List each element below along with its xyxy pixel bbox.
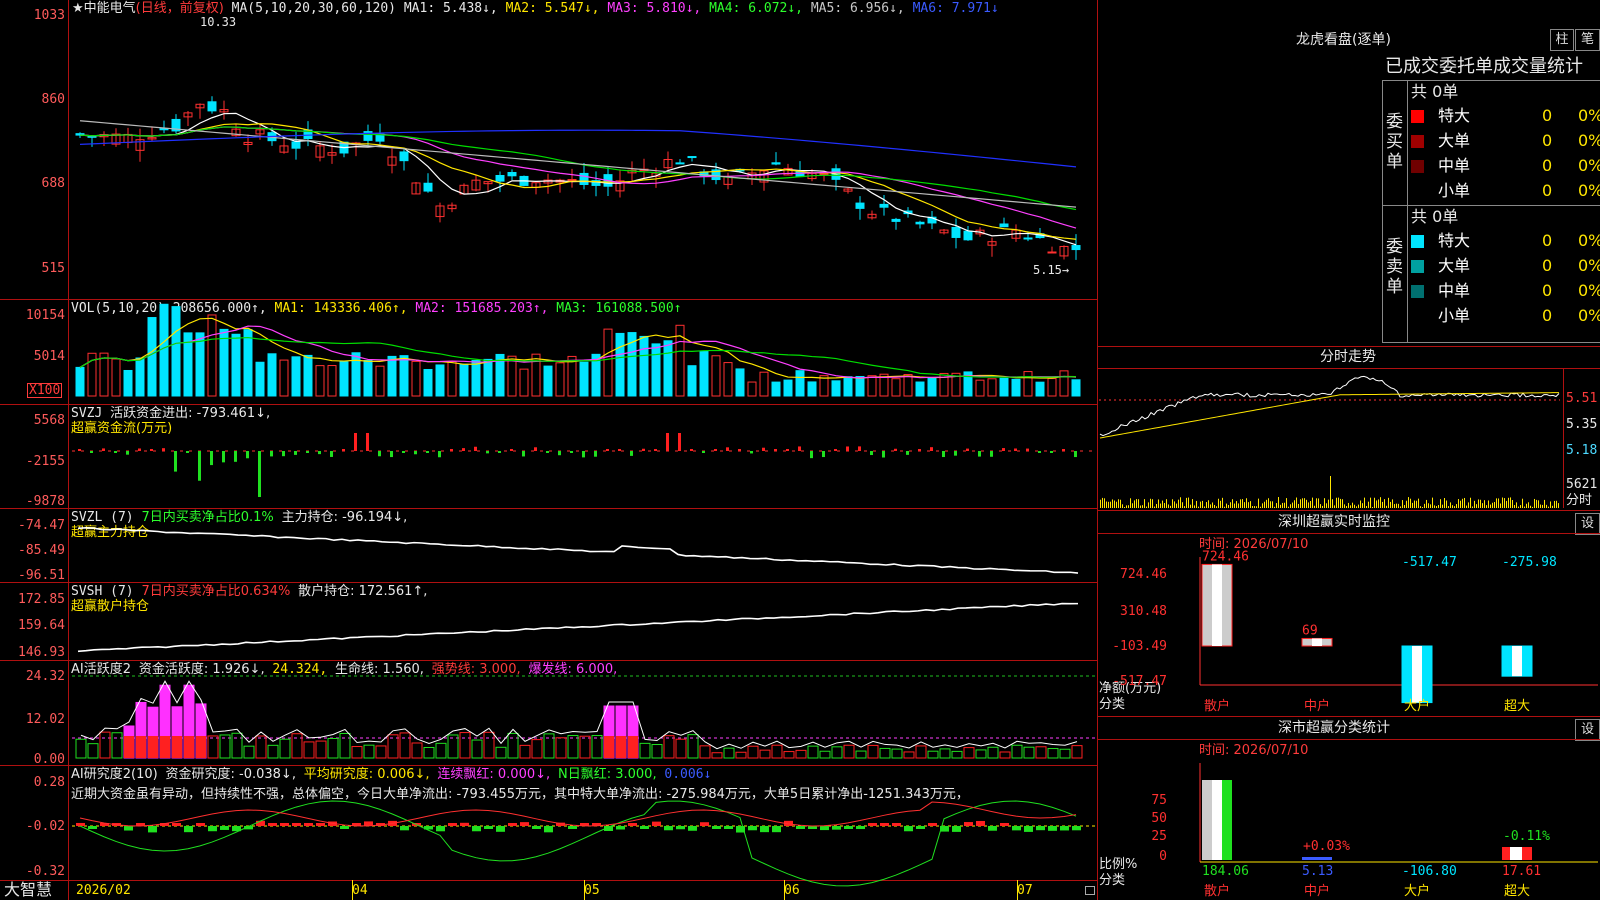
ratio-y-tick: 50 <box>1151 811 1167 826</box>
ratio-value: 5.13 <box>1302 864 1333 879</box>
ratio-bar-highlight <box>1212 780 1222 860</box>
ratio-y-tick: 0 <box>1159 849 1167 864</box>
ratio-y-tick: 25 <box>1151 829 1167 844</box>
ratio-bar-highlight <box>1510 847 1522 860</box>
category-label: 大户 <box>1404 883 1430 899</box>
ratio-bar <box>1302 857 1332 860</box>
ratio-value: 17.61 <box>1502 864 1541 879</box>
category-label: 中户 <box>1304 883 1330 899</box>
ratio-chart: 75 50 25 0 +0.03% -0.11% 184.06 散户 5.13 中户 -106.80… <box>1151 763 1598 899</box>
category-label: 散户 <box>1204 883 1230 899</box>
ratio-value: 184.06 <box>1202 864 1249 879</box>
ratio-pct: -0.11% <box>1503 829 1550 844</box>
ratio-y-tick: 75 <box>1151 793 1167 808</box>
ratio-value: -106.80 <box>1402 864 1457 879</box>
ratio-pct: +0.03% <box>1303 839 1350 854</box>
category-label: 超大 <box>1504 884 1530 899</box>
ratio-bar-part <box>1222 780 1232 860</box>
